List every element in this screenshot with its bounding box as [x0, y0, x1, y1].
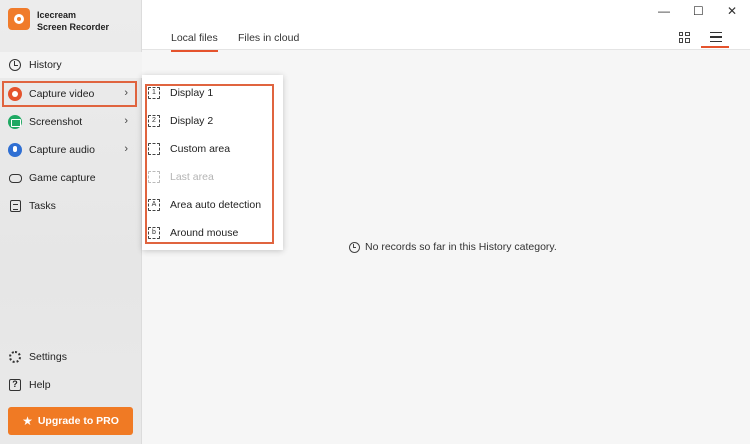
menu-item-last-area: Last area	[148, 167, 214, 187]
menu-item-label: Last area	[170, 171, 214, 183]
list-view-button[interactable]	[707, 28, 725, 46]
display-1-icon: 1	[148, 87, 160, 99]
top-bar: Local files Files in cloud — ☐ ✕	[142, 0, 750, 52]
menu-item-label: Display 1	[170, 87, 214, 99]
sidebar-item-label: Tasks	[29, 200, 56, 212]
menu-item-area-auto-detection[interactable]: A Area auto detection	[148, 195, 261, 215]
grid-view-button[interactable]	[675, 28, 693, 46]
capture-menu-highlight	[145, 84, 274, 244]
sidebar-item-label: Capture audio	[29, 144, 95, 156]
gear-icon	[8, 350, 22, 364]
app-logo-icon	[8, 8, 30, 30]
around-mouse-icon: b	[148, 227, 160, 239]
sidebar-item-settings[interactable]: Settings	[0, 344, 142, 370]
sidebar-item-game-capture[interactable]: Game capture	[0, 165, 142, 191]
sidebar-item-tasks[interactable]: Tasks	[0, 193, 142, 219]
tasks-icon	[8, 199, 22, 213]
menu-item-label: Display 2	[170, 115, 214, 127]
menu-item-label: Area auto detection	[170, 199, 262, 211]
sidebar-item-label: Screenshot	[29, 116, 83, 128]
tab-local-files[interactable]: Local files	[171, 32, 218, 52]
auto-detection-icon: A	[148, 199, 160, 211]
sidebar-item-label: Settings	[29, 351, 67, 363]
chevron-right-icon: ›	[124, 143, 128, 155]
empty-state: No records so far in this History catego…	[349, 241, 557, 253]
menu-item-display-2[interactable]: 2 Display 2	[148, 111, 213, 131]
minimize-button[interactable]: —	[658, 4, 670, 18]
sidebar-item-label: History	[29, 59, 62, 71]
display-2-icon: 2	[148, 115, 160, 127]
sidebar-item-history[interactable]: History	[0, 52, 142, 78]
maximize-button[interactable]: ☐	[693, 4, 704, 18]
chevron-right-icon: ›	[124, 115, 128, 127]
tab-files-in-cloud[interactable]: Files in cloud	[238, 32, 299, 44]
help-icon: ?	[8, 378, 22, 392]
sidebar-item-label: Help	[29, 379, 51, 391]
menu-item-around-mouse[interactable]: b Around mouse	[148, 223, 238, 243]
grid-view-icon	[678, 31, 690, 43]
microphone-icon	[8, 143, 22, 157]
sidebar: Icecream Screen Recorder History Capture…	[0, 0, 142, 444]
sidebar-item-help[interactable]: ? Help	[0, 372, 142, 398]
menu-item-label: Around mouse	[170, 227, 239, 239]
custom-area-icon	[148, 143, 160, 155]
menu-item-label: Custom area	[170, 143, 231, 155]
menu-item-custom-area[interactable]: Custom area	[148, 139, 230, 159]
active-view-indicator	[701, 46, 729, 48]
empty-state-text: No records so far in this History catego…	[365, 241, 557, 253]
list-view-icon	[710, 31, 722, 43]
capture-video-highlight	[2, 81, 137, 107]
clock-icon	[349, 241, 360, 253]
star-icon: ★	[22, 414, 33, 428]
sidebar-item-capture-audio[interactable]: Capture audio ›	[0, 137, 142, 163]
upgrade-button[interactable]: ★ Upgrade to PRO	[8, 407, 133, 435]
camera-icon	[8, 115, 22, 129]
upgrade-label: Upgrade to PRO	[37, 415, 119, 427]
sidebar-item-label: Game capture	[29, 172, 96, 184]
last-area-icon	[148, 171, 160, 183]
sidebar-item-screenshot[interactable]: Screenshot ›	[0, 109, 142, 135]
history-icon	[8, 58, 22, 72]
menu-item-display-1[interactable]: 1 Display 1	[148, 83, 213, 103]
gamepad-icon	[8, 171, 22, 185]
app-name: Icecream Screen Recorder	[37, 10, 110, 32]
close-button[interactable]: ✕	[727, 4, 737, 18]
